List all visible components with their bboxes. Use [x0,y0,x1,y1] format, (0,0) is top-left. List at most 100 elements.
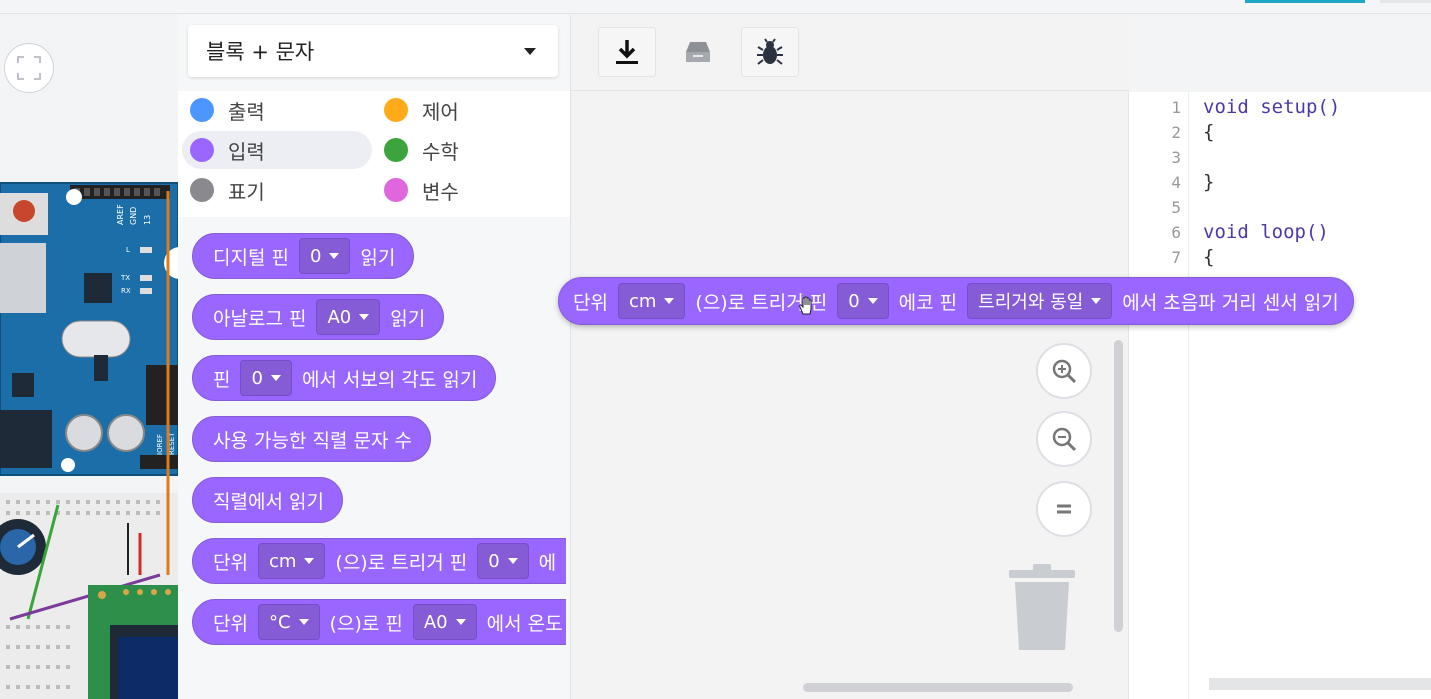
zoom-reset-button[interactable] [1036,481,1092,537]
line-number: 6 [1171,223,1181,242]
unit-dropdown[interactable]: cm [617,283,686,319]
dragged-ultrasonic-block[interactable]: 단위 cm (으)로 트리거 핀 0 에코 핀 트리거와 동일 에서 초음파 거… [558,277,1354,325]
block-text: 핀 [213,368,231,391]
svg-text:TX: TX [120,274,130,282]
code-line: } [1203,171,1215,193]
zoom-reset-icon [1057,504,1071,514]
fullscreen-icon [17,56,41,80]
fullscreen-button[interactable] [4,43,54,93]
block-analog-read[interactable]: 아날로그 핀 A0 읽기 [192,294,445,340]
block-text: 단위 [573,291,608,314]
block-text: (으)로 트리거 핀 [335,551,468,574]
zoom-in-icon [1052,359,1077,384]
dropdown-value: °C [268,611,291,633]
block-ultrasonic-distance[interactable]: 단위 cm (으)로 트리거 핀 0 에 [192,538,566,584]
block-digital-read[interactable]: 디지털 핀 0 읽기 [192,233,415,279]
dropdown-value: 0 [488,550,500,572]
code-line: void setup() [1203,96,1341,118]
trash-icon[interactable] [1009,564,1075,652]
dropdown-caret-icon [329,253,340,259]
dropdown-caret-icon [359,314,370,320]
svg-text:L: L [126,246,130,254]
pin-dropdown[interactable]: 0 [240,360,292,396]
upload-button[interactable] [669,27,727,77]
dropdown-value: 트리거와 동일 [978,292,1084,313]
svg-text:13: 13 [143,215,152,225]
line-number: 7 [1171,248,1181,267]
zoom-in-button[interactable] [1036,343,1092,399]
dropdown-caret-icon [298,619,309,625]
block-temperature-read[interactable]: 단위 °C (으)로 핀 A0 에서 온도 [192,599,566,645]
block-text: 단위 [213,612,248,635]
dropdown-caret-icon [270,375,281,381]
pin-dropdown[interactable]: A0 [316,299,381,335]
block-text: 아날로그 핀 [213,307,307,330]
code-line: void loop() [1203,221,1329,243]
dropdown-value: cm [628,290,657,312]
block-text: 사용 가능한 직렬 문자 수 [213,429,412,452]
workspace-horizontal-scrollbar[interactable] [803,683,1073,692]
block-text: 에서 서보의 각도 읽기 [301,368,478,391]
dropdown-value: 0 [309,245,322,267]
svg-text:RX: RX [121,287,131,295]
dropdown-value: A0 [327,306,352,328]
pin-dropdown[interactable]: 0 [477,543,529,579]
dropdown-value: 0 [251,367,263,389]
line-number-gutter: 1 2 3 4 5 6 7 [1129,92,1189,699]
workspace-toolbar [571,15,1129,91]
dropdown-value: A0 [423,611,448,633]
block-serial-read[interactable]: 직렬에서 읽기 [192,477,343,523]
debug-button[interactable] [741,27,799,77]
dropdown-caret-icon [867,298,878,304]
block-text: (으)로 핀 [329,612,403,635]
zoom-out-button[interactable] [1036,411,1092,467]
dropdown-caret-icon [1091,298,1102,304]
block-text: 읽기 [360,246,396,269]
unit-dropdown[interactable]: cm [257,543,326,579]
code-line: { [1203,246,1215,268]
line-number: 3 [1171,148,1181,167]
download-button[interactable] [598,27,656,77]
pin-dropdown[interactable]: 0 [298,238,351,274]
circuit-view[interactable]: AREF GND 13 L TX RX IOREF RESET [0,15,178,699]
line-number: 5 [1171,198,1181,217]
trigger-pin-dropdown[interactable]: 0 [837,283,889,319]
dropdown-value: 0 [848,290,860,312]
top-accent-bar [1245,0,1365,3]
block-workspace[interactable] [570,15,1129,699]
code-editor[interactable]: 1 2 3 4 5 6 7 void setup() { } void loop… [1128,92,1431,699]
dropdown-caret-icon [507,558,518,564]
echo-pin-dropdown[interactable]: 트리거와 동일 [967,283,1113,319]
hand-cursor-icon [799,296,812,315]
line-number: 4 [1171,173,1181,192]
code-line: { [1203,121,1215,143]
block-text: 에서 초음파 거리 센서 읽기 [1122,291,1339,314]
pin-dropdown[interactable]: A0 [412,604,477,640]
zoom-out-icon [1052,427,1077,452]
circuit-illustration: AREF GND 13 L TX RX IOREF RESET [0,182,178,699]
block-text: 단위 [213,551,248,574]
code-horizontal-scrollbar[interactable] [1209,678,1431,690]
block-text: 에 [538,551,557,574]
block-text: 읽기 [390,307,426,330]
block-serial-available[interactable]: 사용 가능한 직렬 문자 수 [192,416,431,462]
dropdown-caret-icon [304,558,315,564]
svg-text:GND: GND [129,207,138,225]
block-text: 에코 핀 [898,291,958,314]
line-number: 1 [1171,98,1181,117]
debug-bug-icon [757,38,783,65]
block-panel: 블록 + 문자 출력 제어 입력 수학 표기 변수 디지털 핀 0 읽기 아날로… [178,15,570,699]
dropdown-value: cm [268,550,297,572]
download-icon [616,40,638,64]
block-palette: 디지털 핀 0 읽기 아날로그 핀 A0 읽기 핀 0 에서 서보의 각도 읽기… [178,15,566,699]
dropdown-caret-icon [664,298,675,304]
block-servo-read[interactable]: 핀 0 에서 서보의 각도 읽기 [192,355,497,401]
line-number: 2 [1171,123,1181,142]
workspace-vertical-scrollbar[interactable] [1114,340,1123,632]
top-accent-bar-2 [1380,0,1431,3]
upload-icon [686,42,710,62]
svg-text:AREF: AREF [116,204,125,225]
dropdown-caret-icon [455,619,466,625]
unit-dropdown[interactable]: °C [257,604,320,640]
svg-text:IOREF: IOREF [156,434,164,455]
